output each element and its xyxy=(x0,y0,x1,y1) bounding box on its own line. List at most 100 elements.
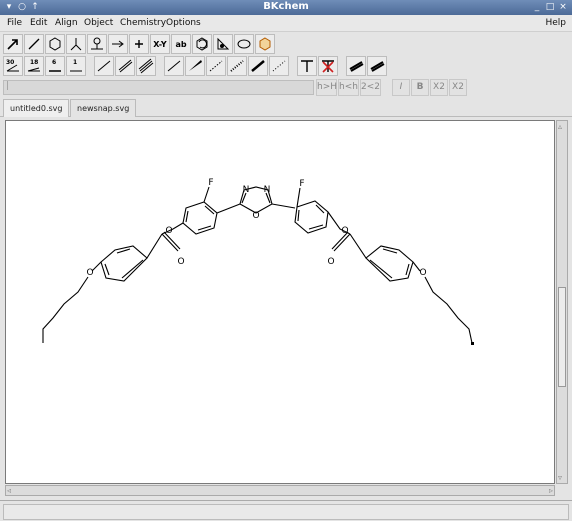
menu-object[interactable]: Object xyxy=(84,18,113,28)
bond-type-toolbar: 30 18 6 1 xyxy=(3,55,387,77)
single-bond-button[interactable] xyxy=(94,56,114,76)
bond-align-1-button[interactable] xyxy=(346,56,366,76)
rotate-tool-button[interactable] xyxy=(192,34,212,54)
mark-icon xyxy=(217,37,230,50)
scroll-left-icon[interactable]: ◃ xyxy=(7,486,11,495)
drawing-canvas[interactable]: F F N N O O O O O O O xyxy=(5,120,555,484)
menu-edit[interactable]: Edit xyxy=(30,18,47,28)
chain-tool-button[interactable] xyxy=(297,56,317,76)
ester-carbonyl-right xyxy=(331,231,367,259)
bkchem-window: ▾ ○ ↑ BKchem _ □ × File Edit Align Objec… xyxy=(0,0,572,521)
left-pentyl-chain xyxy=(42,276,89,343)
wedge-bond-icon xyxy=(189,60,202,71)
angle-30-button[interactable]: 30 xyxy=(3,56,23,76)
bio-tool-button[interactable] xyxy=(255,34,275,54)
normal-bond-icon xyxy=(167,60,181,72)
connect-tool-button[interactable] xyxy=(108,34,128,54)
angle-1-button[interactable]: 1 xyxy=(66,56,86,76)
minimize-icon[interactable]: _ xyxy=(532,2,542,12)
angle-18-label: 18 xyxy=(30,59,38,66)
bond-align-1-icon xyxy=(349,61,364,72)
document-tabs: untitled0.svg newsnap.svg xyxy=(0,97,572,117)
bond-align-2-button[interactable] xyxy=(367,56,387,76)
maximize-icon[interactable]: □ xyxy=(545,2,555,12)
atom-label-oxadiazole-oxygen: O xyxy=(252,211,259,221)
bold-bond-button[interactable] xyxy=(248,56,268,76)
menu-align[interactable]: Align xyxy=(55,18,78,28)
toolbar-separator xyxy=(157,56,163,76)
delete-bond-button[interactable] xyxy=(318,56,338,76)
arrow-right-icon xyxy=(112,40,124,48)
scroll-down-icon[interactable]: ▿ xyxy=(558,473,562,482)
bond-line-icon xyxy=(28,38,40,50)
vertical-scrollbar[interactable]: ▵ ▿ xyxy=(556,120,568,484)
normal-bond-button[interactable] xyxy=(164,56,184,76)
group-tool-button[interactable] xyxy=(87,34,107,54)
close-icon[interactable]: × xyxy=(558,2,568,12)
mark-tool-button[interactable] xyxy=(213,34,233,54)
italic-button[interactable]: I xyxy=(392,79,410,96)
triple-bond-icon xyxy=(138,58,154,74)
menu-chemistry[interactable]: Chemistry xyxy=(120,18,166,28)
title-bar: ▾ ○ ↑ BKchem _ □ × xyxy=(0,0,572,15)
atom-label-carbonyl-oxygen-right: O xyxy=(327,257,334,267)
charge-button[interactable]: 2<2 xyxy=(360,79,381,96)
mode-toolbar: X-Y ab xyxy=(3,33,275,55)
adder-bond-icon xyxy=(230,60,244,72)
text-xy-tool-button[interactable]: X-Y xyxy=(150,34,170,54)
menu-options[interactable]: Options xyxy=(166,18,201,28)
menu-file[interactable]: File xyxy=(7,18,22,28)
oval-tool-button[interactable] xyxy=(234,34,254,54)
toolbar-separator xyxy=(290,56,296,76)
tab-newsnap[interactable]: newsnap.svg xyxy=(70,99,137,117)
superscript-h-button[interactable]: h<h xyxy=(338,79,359,96)
right-pentyl-chain xyxy=(424,276,473,344)
status-message xyxy=(3,504,569,520)
bio-icon xyxy=(259,37,271,51)
arrow-tool-button[interactable] xyxy=(3,34,23,54)
angle-18-button[interactable]: 18 xyxy=(24,56,44,76)
text-entry-field[interactable]: | xyxy=(3,80,314,95)
wedge-bond-button[interactable] xyxy=(185,56,205,76)
toolbar-separator xyxy=(87,56,93,76)
angle-6-button[interactable]: 6 xyxy=(45,56,65,76)
scroll-right-icon[interactable]: ▹ xyxy=(549,486,553,495)
atom-label-nitrogen-left: N xyxy=(243,185,250,195)
molecule-drawing[interactable]: F F N N O O O O O O O xyxy=(6,121,554,483)
adder-bond-button[interactable] xyxy=(227,56,247,76)
rotate-icon xyxy=(196,37,208,51)
angle-6-label: 6 xyxy=(52,59,56,66)
superscript-button[interactable]: X2 xyxy=(449,79,467,96)
dotted-bond-button[interactable] xyxy=(269,56,289,76)
atom-tool-button[interactable] xyxy=(129,34,149,54)
bold-button[interactable]: B xyxy=(411,79,429,96)
double-bond-icon xyxy=(118,59,133,73)
template-tool-button[interactable] xyxy=(66,34,86,54)
subscript-h-button[interactable]: h>H xyxy=(316,79,337,96)
triple-bond-button[interactable] xyxy=(136,56,156,76)
vertical-scroll-thumb[interactable] xyxy=(558,287,566,387)
subscript-button[interactable]: X2 xyxy=(430,79,448,96)
angle-1-icon: 1 xyxy=(70,59,82,72)
window-right-controls: _ □ × xyxy=(532,2,568,12)
double-bond-button[interactable] xyxy=(115,56,135,76)
oval-icon xyxy=(237,39,251,49)
scroll-up-icon[interactable]: ▵ xyxy=(558,122,562,131)
tripod-icon xyxy=(70,38,82,51)
tab-untitled0[interactable]: untitled0.svg xyxy=(3,99,70,117)
angle-6-icon: 6 xyxy=(49,59,61,72)
angle-1-label: 1 xyxy=(73,59,77,66)
horizontal-scrollbar[interactable]: ◃ ▹ xyxy=(5,485,555,496)
atom-label-carbonyl-oxygen-left: O xyxy=(177,257,184,267)
selection-handle[interactable] xyxy=(471,342,474,345)
text-ab-tool-button[interactable]: ab xyxy=(171,34,191,54)
hashed-bond-button[interactable] xyxy=(206,56,226,76)
atom-label-ether-oxygen-right: O xyxy=(419,268,426,278)
toolbar-separator xyxy=(339,56,345,76)
menu-help[interactable]: Help xyxy=(545,18,566,28)
bond-tool-button[interactable] xyxy=(24,34,44,54)
ring-tool-button[interactable] xyxy=(45,34,65,54)
link-bond-right xyxy=(271,203,296,209)
text-format-bar: | h>H h<h 2<2 I B X2 X2 xyxy=(2,79,570,97)
bold-bond-icon xyxy=(251,60,265,72)
